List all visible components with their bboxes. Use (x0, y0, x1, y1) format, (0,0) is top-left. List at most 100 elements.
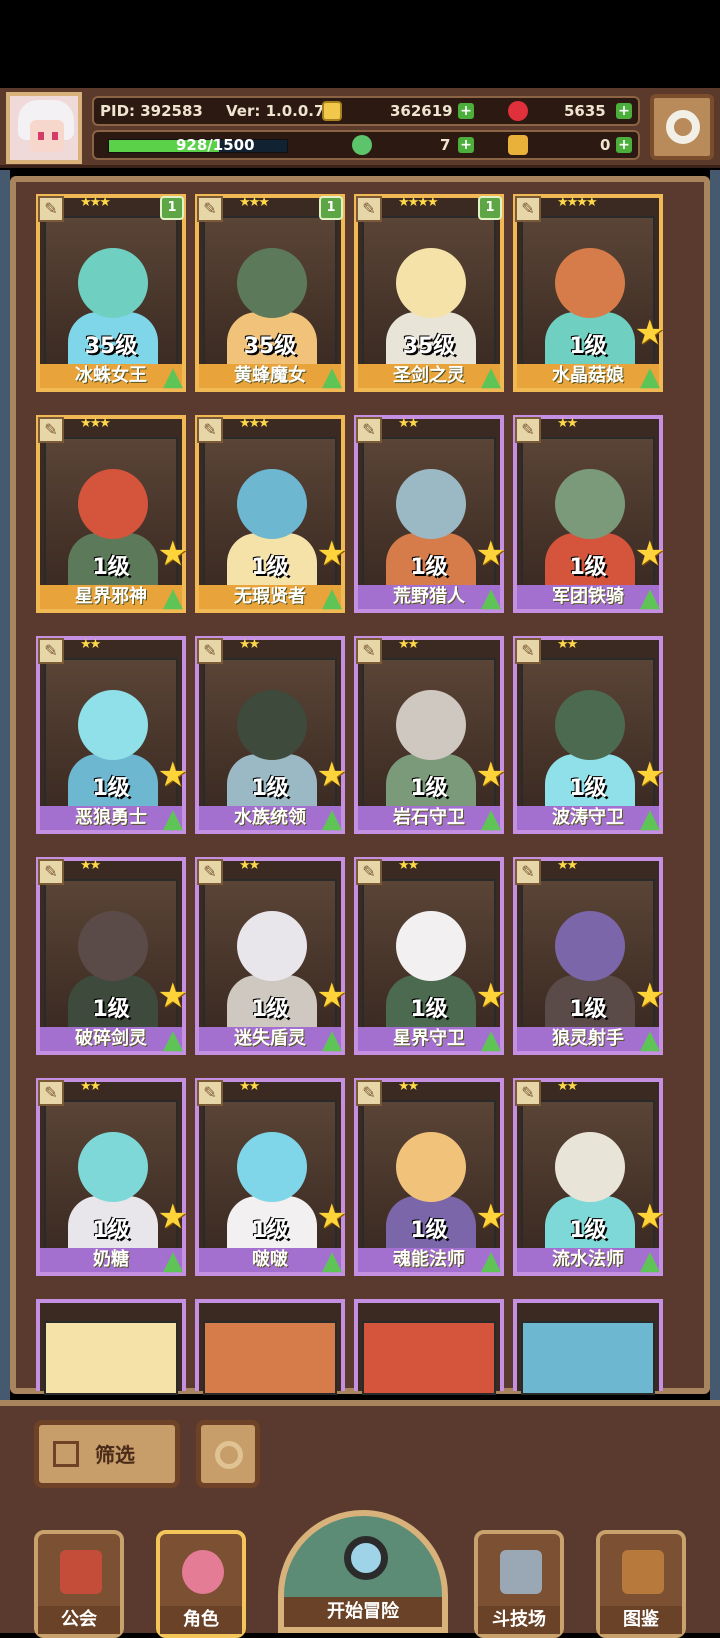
exp-text: 928/1500 (176, 136, 255, 154)
gold-coin-icon (322, 101, 342, 121)
upgrade-arrow-icon[interactable]: ▲ (476, 1246, 506, 1276)
character-card[interactable]: ✎ ★★ 1级 ★ 星界守卫 ▲ (354, 857, 506, 1055)
nav-guild[interactable]: 公会 (34, 1530, 124, 1638)
nav-arena[interactable]: 斗技场 (474, 1530, 564, 1638)
character-card[interactable]: ✎ ★★ 1级 ★ 军团铁骑 ▲ (513, 415, 665, 613)
character-head (237, 690, 307, 760)
upgrade-arrow-icon[interactable]: ▲ (317, 804, 347, 834)
add-clover-button[interactable]: + (458, 137, 474, 153)
star-icon: ★ (634, 313, 665, 353)
character-level: 35级 (402, 334, 456, 359)
character-card[interactable]: ✎ ★★★ 1级 ★ 星界邪神 ▲ (36, 415, 188, 613)
character-card-partial[interactable] (36, 1299, 186, 1395)
character-card-partial[interactable] (513, 1299, 663, 1395)
count-badge: 1 (160, 196, 184, 220)
character-head (555, 690, 625, 760)
character-head (78, 469, 148, 539)
rarity-stars: ★★★ (239, 195, 270, 210)
character-card[interactable]: ✎ ★★ 1级 ★ 啵啵 ▲ (195, 1078, 347, 1276)
player-avatar[interactable] (6, 92, 82, 164)
avatar-eye-right (52, 132, 58, 140)
upgrade-arrow-icon[interactable]: ▲ (635, 804, 665, 834)
character-head (555, 1132, 625, 1202)
filter-label: 筛选 (95, 1443, 135, 1467)
character-card[interactable]: ✎ ★★ 1级 ★ 水族统领 ▲ (195, 636, 347, 834)
nav-codex-label: 图鉴 (600, 1606, 682, 1634)
class-icon: ✎ (356, 196, 382, 222)
upgrade-arrow-icon[interactable]: ▲ (635, 1025, 665, 1055)
add-gem-button[interactable]: + (616, 103, 632, 119)
character-card[interactable]: ✎ ★★ 1级 ★ 荒野猎人 ▲ (354, 415, 506, 613)
add-gold-button[interactable]: + (458, 103, 474, 119)
rarity-stars: ★★ (80, 1079, 101, 1094)
star-icon: ★ (634, 976, 665, 1016)
key-icon (508, 135, 528, 155)
nav-character-label: 角色 (160, 1606, 242, 1634)
star-icon: ★ (475, 1197, 506, 1237)
character-card[interactable]: ✎ ★★★ 1 35级 冰蛛女王 ▲ (36, 194, 186, 392)
character-portrait (362, 1321, 496, 1395)
character-head (396, 469, 466, 539)
rarity-stars: ★★ (557, 1079, 578, 1094)
settings-button[interactable] (650, 94, 714, 160)
character-card[interactable]: ✎ ★★ 1级 ★ 流水法师 ▲ (513, 1078, 665, 1276)
character-card[interactable]: ✎ ★★★ 1级 ★ 无瑕贤者 ▲ (195, 415, 347, 613)
character-card[interactable]: ✎ ★★ 1级 ★ 恶狼勇士 ▲ (36, 636, 188, 834)
upgrade-arrow-icon[interactable]: ▲ (158, 1025, 188, 1055)
character-head (78, 248, 148, 318)
character-card-partial[interactable] (195, 1299, 345, 1395)
character-card[interactable]: ✎ ★★ 1级 ★ 奶糖 ▲ (36, 1078, 188, 1276)
class-icon: ✎ (515, 638, 541, 664)
upgrade-arrow-icon[interactable]: ▲ (317, 362, 347, 392)
upgrade-arrow-icon[interactable]: ▲ (635, 362, 665, 392)
star-icon: ★ (634, 755, 665, 795)
nav-codex[interactable]: 图鉴 (596, 1530, 686, 1638)
filter-button[interactable]: 筛选 (34, 1420, 180, 1488)
upgrade-arrow-icon[interactable]: ▲ (635, 583, 665, 613)
star-icon: ★ (157, 1197, 188, 1237)
nav-adventure-label: 开始冒险 (284, 1597, 442, 1627)
character-card[interactable]: ✎ ★★★★ 1 35级 圣剑之灵 ▲ (354, 194, 504, 392)
avatar-face (30, 120, 64, 152)
character-head (555, 248, 625, 318)
character-card[interactable]: ✎ ★★ 1级 ★ 破碎剑灵 ▲ (36, 857, 188, 1055)
upgrade-arrow-icon[interactable]: ▲ (635, 1246, 665, 1276)
upgrade-arrow-icon[interactable]: ▲ (476, 362, 506, 392)
rarity-stars: ★★★ (80, 416, 111, 431)
upgrade-arrow-icon[interactable]: ▲ (317, 1246, 347, 1276)
upgrade-arrow-icon[interactable]: ▲ (317, 1025, 347, 1055)
upgrade-arrow-icon[interactable]: ▲ (476, 804, 506, 834)
character-card[interactable]: ✎ ★★ 1级 ★ 波涛守卫 ▲ (513, 636, 665, 834)
star-icon: ★ (157, 755, 188, 795)
upgrade-arrow-icon[interactable]: ▲ (158, 804, 188, 834)
rarity-stars: ★★ (239, 637, 260, 652)
key-amount: 0 (600, 136, 611, 154)
character-card[interactable]: ✎ ★★ 1级 ★ 迷失盾灵 ▲ (195, 857, 347, 1055)
upgrade-arrow-icon[interactable]: ▲ (476, 1025, 506, 1055)
rarity-stars: ★★ (557, 858, 578, 873)
upgrade-arrow-icon[interactable]: ▲ (158, 1246, 188, 1276)
character-card[interactable]: ✎ ★★★★ 1级 ★ 水晶菇娘 ▲ (513, 194, 665, 392)
character-card[interactable]: ✎ ★★ 1级 ★ 魂能法师 ▲ (354, 1078, 506, 1276)
character-card[interactable]: ✎ ★★ 1级 ★ 狼灵射手 ▲ (513, 857, 665, 1055)
upgrade-arrow-icon[interactable]: ▲ (317, 583, 347, 613)
character-card-partial[interactable] (354, 1299, 504, 1395)
gem-amount: 5635 (564, 102, 606, 120)
character-card[interactable]: ✎ ★★★ 1 35级 黄蜂魔女 ▲ (195, 194, 345, 392)
add-key-button[interactable]: + (616, 137, 632, 153)
refresh-icon (215, 1441, 243, 1469)
refresh-button[interactable] (196, 1420, 260, 1488)
nav-character[interactable]: 角色 (156, 1530, 246, 1638)
clover-amount: 7 (440, 136, 451, 154)
character-portrait (521, 1321, 655, 1395)
character-card[interactable]: ✎ ★★ 1级 ★ 岩石守卫 ▲ (354, 636, 506, 834)
star-icon: ★ (475, 534, 506, 574)
upgrade-arrow-icon[interactable]: ▲ (158, 362, 188, 392)
rarity-stars: ★★★★ (557, 195, 598, 210)
upgrade-arrow-icon[interactable]: ▲ (476, 583, 506, 613)
character-head (396, 1132, 466, 1202)
character-head (396, 911, 466, 981)
star-icon: ★ (316, 976, 347, 1016)
gear-icon (666, 110, 700, 144)
upgrade-arrow-icon[interactable]: ▲ (158, 583, 188, 613)
